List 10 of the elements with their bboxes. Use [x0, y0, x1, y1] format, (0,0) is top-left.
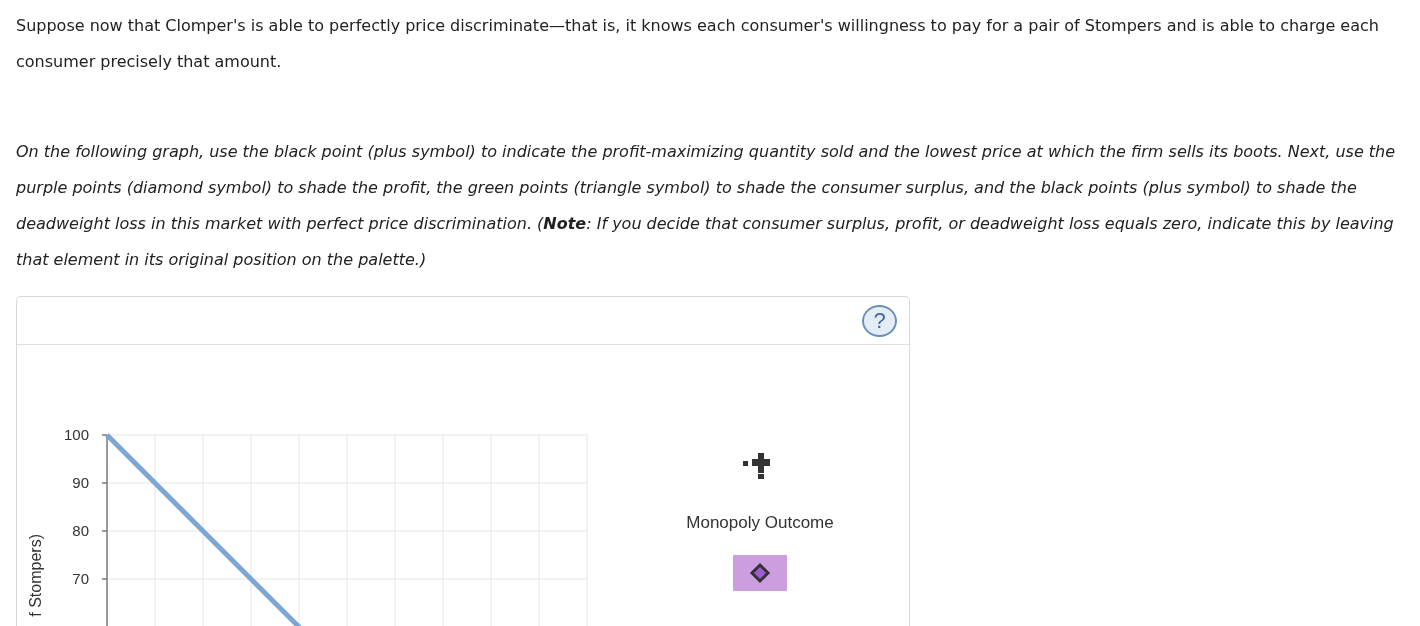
- intro-text: Suppose now that Clomper's is able to perfectly price discriminate—that is, it knows each consumer's willingness to pay for a pair of Stompers and is able to charge each consumer precisely that amount.: [16, 15, 1380, 73]
- instructions-text: On the following graph, use the black point (plus symbol) to indicate the profit-maximizing quantity sold and the lowest price at which the firm sells its boots. Next, use the purple points (diamond symbol) to shade the profit, the green points (triangle symbol) to shade the consumer surplus, and the black points (plus symbol) to shade the deadweight loss in this market with perfect price discrimination. (Note: If you decide that consumer surplus, profit, or deadweight loss equals zero, indicate this by leaving that element in its original position on the palette.): [16, 141, 1396, 271]
- y-tick-label: 70: [72, 570, 89, 587]
- y-tick-label: 90: [72, 474, 89, 491]
- y-tick-label: 80: [72, 522, 89, 539]
- y-axis-label: f Stompers): [27, 534, 44, 617]
- y-tick-label: 100: [63, 426, 89, 443]
- palette-label: Monopoly Outcome: [686, 513, 834, 533]
- diamond-point-icon[interactable]: [733, 555, 787, 591]
- help-button[interactable]: ?: [862, 304, 897, 337]
